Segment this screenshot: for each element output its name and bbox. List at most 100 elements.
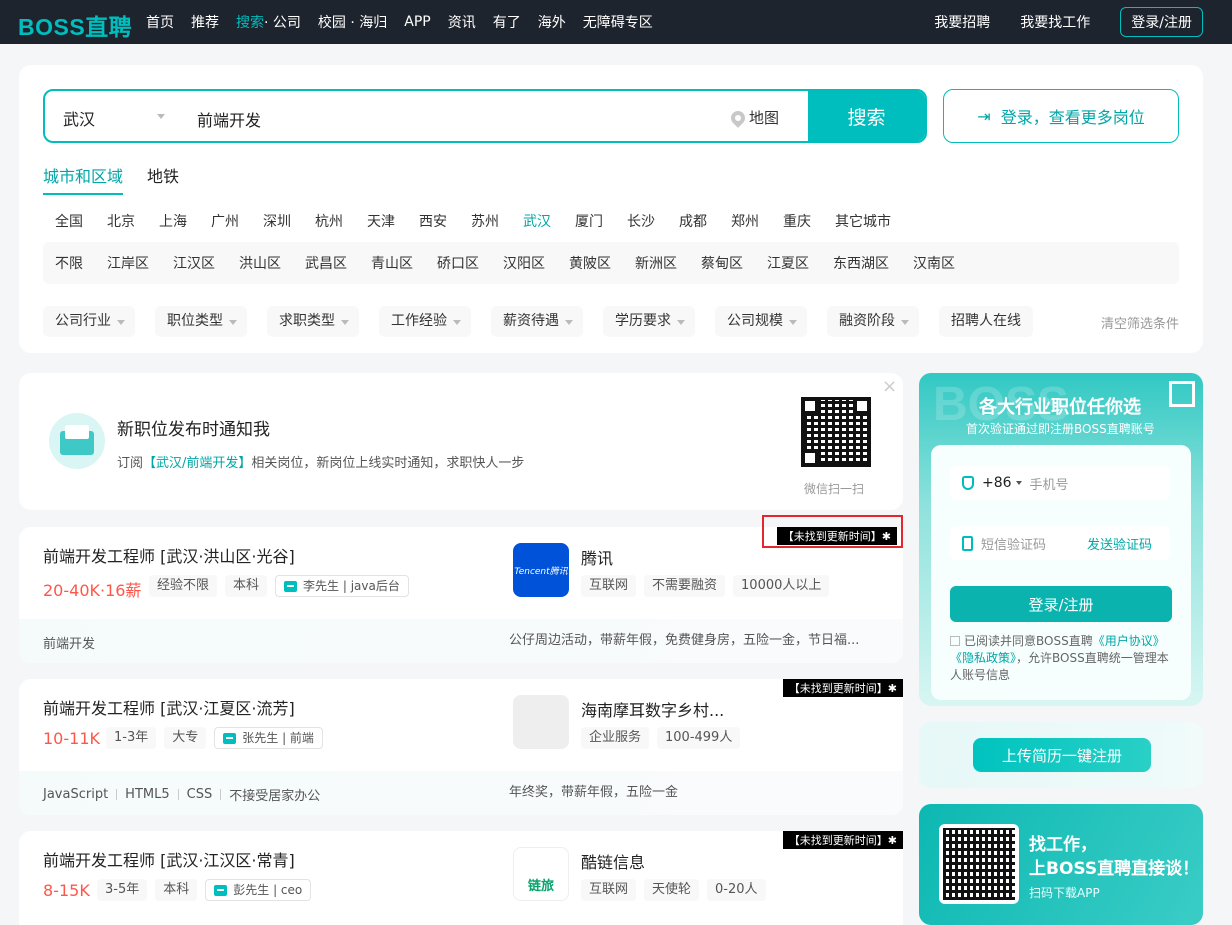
district-item[interactable]: 蔡甸区 [689,253,755,273]
sms-code-field[interactable]: 短信验证码 发送验证码 [950,526,1170,560]
chevron-down-icon[interactable] [1015,481,1022,485]
filter-funding[interactable]: 融资阶段 [827,306,919,337]
nav-campus[interactable]: 校园 · 海归 [318,12,387,32]
filter-recruiter-online[interactable]: 招聘人在线 [939,306,1033,337]
city-item[interactable]: 郑州 [719,211,771,231]
city-item[interactable]: 上海 [147,211,199,231]
filter-industry[interactable]: 公司行业 [43,306,135,337]
chevron-down-icon[interactable] [157,114,165,119]
company-logo-placeholder[interactable] [513,695,569,749]
city-item[interactable]: 长沙 [615,211,667,231]
district-item[interactable]: 汉南区 [901,253,967,273]
recruiter-chip[interactable]: 彭先生 | ceo [205,879,312,901]
send-code-button[interactable]: 发送验证码 [1087,534,1152,553]
job-tags: 经验不限 本科 李先生 | java后台 [149,575,409,597]
company-name[interactable]: 酷链信息 [581,849,645,873]
district-item[interactable]: 江夏区 [755,253,821,273]
company-logo-tencent[interactable]: Tencent腾讯 [513,543,569,597]
city-select[interactable]: 武汉 [63,106,95,130]
company-logo-lianlv[interactable]: 链旅 [513,847,569,901]
search-button[interactable]: 搜索 [808,91,925,141]
city-item[interactable]: 苏州 [459,211,511,231]
nav-company-label[interactable]: · 公司 [264,15,301,31]
close-icon[interactable]: × [882,376,897,397]
filter-job-type[interactable]: 求职类型 [267,306,359,337]
nav-search[interactable]: 搜索· 公司 [236,12,301,32]
city-item[interactable]: 成都 [667,211,719,231]
district-item[interactable]: 硚口区 [425,253,491,273]
district-item[interactable]: 武昌区 [293,253,359,273]
district-item[interactable]: 东西湖区 [821,253,901,273]
company-tag: 100-499人 [657,727,741,749]
city-item[interactable]: 厦门 [563,211,615,231]
upload-resume-button[interactable]: 上传简历一键注册 [973,738,1151,772]
city-item[interactable]: 全国 [43,211,95,231]
recruiter-chip[interactable]: 李先生 | java后台 [275,575,409,597]
tab-subway[interactable]: 地铁 [147,163,179,195]
agree-checkbox[interactable] [950,636,960,646]
find-job-link[interactable]: 我要找工作 [1020,12,1090,32]
map-button[interactable]: 地图 [728,107,780,128]
phone-field[interactable]: +86 手机号 [950,466,1170,500]
recruit-link[interactable]: 我要招聘 [934,12,990,32]
map-label: 地图 [749,109,780,127]
user-agreement-link[interactable]: 《用户协议》 [1093,634,1165,648]
job-title[interactable]: 前端开发工程师 [武汉·洪山区·光谷] [43,543,295,567]
boss-logo[interactable]: BOSS直聘 [18,8,132,42]
login-register-button[interactable]: 登录/注册 [1120,7,1203,37]
company-tag: 10000人以上 [733,575,830,597]
filter-position-type[interactable]: 职位类型 [155,306,247,337]
map-pin-icon [728,107,748,128]
filter-salary[interactable]: 薪资待遇 [491,306,583,337]
register-submit-button[interactable]: 登录/注册 [950,586,1172,622]
job-card[interactable]: 【未找到更新时间】✱ 前端开发工程师 [武汉·江夏区·流芳] 10-11K 1-… [19,679,903,815]
district-item[interactable]: 洪山区 [227,253,293,273]
job-title[interactable]: 前端开发工程师 [武汉·江汉区·常青] [43,847,295,871]
divider [220,789,222,800]
privacy-policy-link[interactable]: 《隐私政策》 [950,651,1016,665]
filter-company-size[interactable]: 公司规模 [715,306,807,337]
district-item[interactable]: 黄陂区 [557,253,623,273]
nav-overseas[interactable]: 海外 [538,12,566,32]
nav-accessibility[interactable]: 无障碍专区 [583,12,653,32]
city-item[interactable]: 重庆 [771,211,823,231]
qr-login-icon[interactable] [1169,381,1195,407]
nav-news[interactable]: 资讯 [448,12,476,32]
nav-app[interactable]: APP [404,14,430,30]
district-item[interactable]: 青山区 [359,253,425,273]
recruiter-chip[interactable]: 张先生 | 前端 [214,727,323,749]
company-tag: 企业服务 [581,727,650,749]
envelope-icon [49,413,105,469]
city-item[interactable]: 其它城市 [823,211,903,231]
register-subtitle: 首次验证通过即注册BOSS直聘账号 [966,422,1155,436]
login-more-jobs-button[interactable]: ⇥ 登录，查看更多岗位 [943,89,1179,143]
nav-youle[interactable]: 有了 [493,12,521,32]
country-code-select[interactable]: +86 [982,475,1012,491]
district-item[interactable]: 江汉区 [161,253,227,273]
filter-experience[interactable]: 工作经验 [379,306,471,337]
company-name[interactable]: 腾讯 [581,545,613,569]
nav-home[interactable]: 首页 [146,12,174,32]
city-item[interactable]: 广州 [199,211,251,231]
clear-filters-link[interactable]: 清空筛选条件 [1101,313,1179,332]
job-title[interactable]: 前端开发工程师 [武汉·江夏区·流芳] [43,695,295,719]
city-item[interactable]: 深圳 [251,211,303,231]
city-item[interactable]: 天津 [355,211,407,231]
district-item[interactable]: 不限 [43,253,95,273]
city-item-selected[interactable]: 武汉 [511,211,563,231]
job-card[interactable]: 【未找到更新时间】✱ 前端开发工程师 [武汉·江汉区·常青] 8-15K 3-5… [19,831,903,925]
district-item[interactable]: 新洲区 [623,253,689,273]
district-item[interactable]: 汉阳区 [491,253,557,273]
city-item[interactable]: 杭州 [303,211,355,231]
nav-recommend[interactable]: 推荐 [191,12,219,32]
tab-city-area[interactable]: 城市和区域 [43,163,124,195]
notify-keyword[interactable]: 【武汉/前端开发】 [143,456,251,471]
search-input[interactable]: 前端开发 [197,107,261,131]
city-item[interactable]: 北京 [95,211,147,231]
shield-icon [962,476,974,490]
city-item[interactable]: 西安 [407,211,459,231]
district-item[interactable]: 江岸区 [95,253,161,273]
company-name[interactable]: 海南摩耳数字乡村... [581,697,724,721]
job-skills: JavaScript HTML5 CSS 不接受居家办公 [43,785,320,804]
filter-degree[interactable]: 学历要求 [603,306,695,337]
